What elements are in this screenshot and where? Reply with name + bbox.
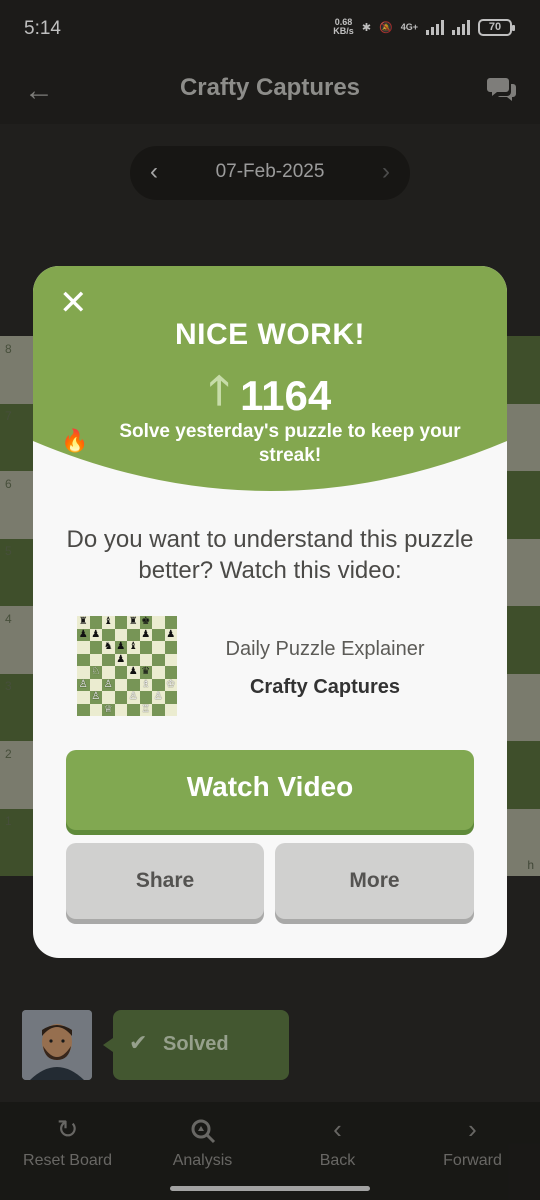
thumbnail-square bbox=[139, 653, 152, 666]
thumbnail-square bbox=[89, 653, 102, 666]
thumbnail-square: ♟ bbox=[127, 666, 140, 679]
thumbnail-square bbox=[102, 666, 115, 679]
thumbnail-square bbox=[89, 616, 102, 629]
thumbnail-square bbox=[164, 666, 177, 679]
thumbnail-square: ♜ bbox=[127, 616, 140, 629]
thumbnail-square: ♙ bbox=[89, 691, 102, 704]
thumbnail-square: ♕ bbox=[102, 703, 115, 716]
thumbnail-square bbox=[77, 653, 90, 666]
headline: NICE WORK! bbox=[175, 318, 365, 351]
thumbnail-square bbox=[152, 703, 165, 716]
thumbnail-square bbox=[152, 641, 165, 654]
thumbnail-square bbox=[114, 678, 127, 691]
thumbnail-square bbox=[152, 616, 165, 629]
thumbnail-square bbox=[164, 703, 177, 716]
thumbnail-square: ♔ bbox=[164, 678, 177, 691]
flame-icon: 🔥 bbox=[61, 428, 89, 453]
thumbnail-square bbox=[77, 691, 90, 704]
thumbnail-square bbox=[152, 666, 165, 679]
thumbnail-square bbox=[89, 678, 102, 691]
rating-value: 1164 bbox=[240, 372, 332, 419]
more-button[interactable]: More bbox=[275, 843, 474, 919]
video-title: Crafty Captures bbox=[249, 676, 401, 698]
thumbnail-square: ♟ bbox=[77, 628, 90, 641]
thumbnail-square bbox=[164, 616, 177, 629]
thumbnail-square bbox=[164, 691, 177, 704]
close-icon[interactable]: ✕ bbox=[59, 286, 88, 320]
video-thumbnail[interactable]: ♜ ♝ ♜ ♚ ♟ ♟ ♟ ♟ ♞ ♟ ♝ ♟ ♘ ♟ ♛ ♙ ♙ ♗ ♔ ♙ ♙ ♙ ♕ ♖ bbox=[77, 616, 177, 716]
thumbnail-square bbox=[164, 653, 177, 666]
thumbnail-square bbox=[164, 641, 177, 654]
thumbnail-square: ♟ bbox=[114, 641, 127, 654]
thumbnail-square bbox=[77, 703, 90, 716]
thumbnail-square bbox=[114, 666, 127, 679]
thumbnail-square: ♖ bbox=[139, 703, 152, 716]
thumbnail-square bbox=[139, 641, 152, 654]
thumbnail-square: ♟ bbox=[164, 628, 177, 641]
thumbnail-square: ♝ bbox=[127, 641, 140, 654]
video-question: Do you want to understand this puzzle be… bbox=[66, 526, 474, 584]
thumbnail-square bbox=[114, 628, 127, 641]
thumbnail-square: ♙ bbox=[127, 691, 140, 704]
thumbnail-square bbox=[152, 628, 165, 641]
thumbnail-square: ♙ bbox=[102, 678, 115, 691]
thumbnail-square bbox=[127, 678, 140, 691]
thumbnail-square bbox=[127, 628, 140, 641]
thumbnail-square: ♟ bbox=[89, 628, 102, 641]
thumbnail-square: ♜ bbox=[77, 616, 90, 629]
thumbnail-square bbox=[102, 653, 115, 666]
thumbnail-square bbox=[127, 653, 140, 666]
puzzle-complete-modal: ✕ NICE WORK! 🡑 1164 🔥 Solve yesterday's … bbox=[33, 266, 507, 958]
thumbnail-square: ♝ bbox=[102, 616, 115, 629]
thumbnail-square bbox=[127, 703, 140, 716]
thumbnail-square bbox=[114, 616, 127, 629]
thumbnail-square: ♘ bbox=[89, 666, 102, 679]
streak-message: Solve yesterday's puzzle to keep your st… bbox=[119, 421, 461, 466]
thumbnail-square bbox=[77, 666, 90, 679]
thumbnail-square bbox=[77, 641, 90, 654]
thumbnail-square bbox=[152, 653, 165, 666]
thumbnail-square bbox=[89, 641, 102, 654]
thumbnail-square: ♙ bbox=[77, 678, 90, 691]
thumbnail-square: ♟ bbox=[139, 628, 152, 641]
thumbnail-square: ♚ bbox=[139, 616, 152, 629]
watch-video-button[interactable]: Watch Video bbox=[66, 750, 474, 830]
thumbnail-square: ♙ bbox=[152, 691, 165, 704]
video-subtitle: Daily Puzzle Explainer bbox=[225, 638, 425, 660]
share-button[interactable]: Share bbox=[66, 843, 264, 919]
thumbnail-square bbox=[114, 703, 127, 716]
thumbnail-square bbox=[102, 628, 115, 641]
thumbnail-square: ♟ bbox=[114, 653, 127, 666]
thumbnail-square bbox=[114, 691, 127, 704]
thumbnail-square bbox=[89, 703, 102, 716]
thumbnail-square bbox=[139, 691, 152, 704]
thumbnail-square: ♞ bbox=[102, 641, 115, 654]
thumbnail-square bbox=[152, 678, 165, 691]
thumbnail-square: ♗ bbox=[139, 678, 152, 691]
thumbnail-square bbox=[102, 691, 115, 704]
thumbnail-square: ♛ bbox=[139, 666, 152, 679]
